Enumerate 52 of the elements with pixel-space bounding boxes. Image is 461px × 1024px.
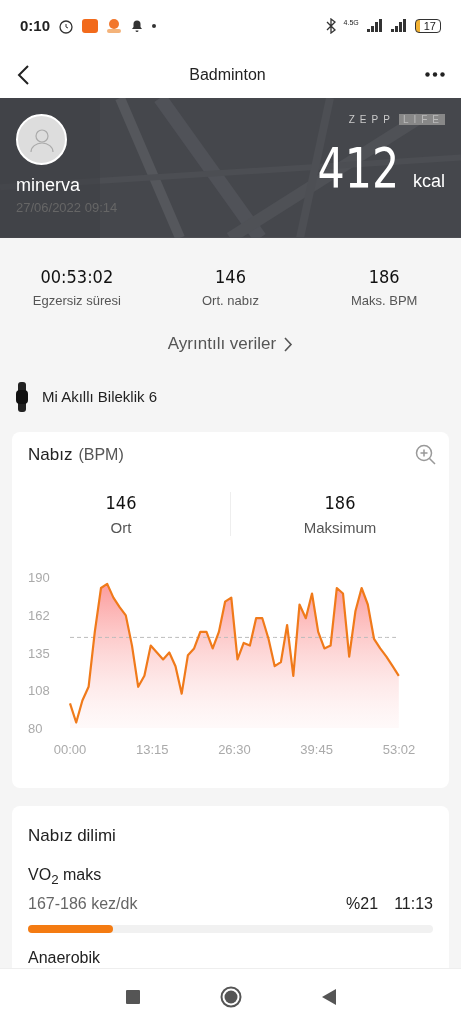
x-tick-label: 13:15 bbox=[135, 741, 169, 757]
stat-label: Maks. BPM bbox=[350, 293, 418, 309]
summary-value: 146 bbox=[105, 491, 137, 513]
dot-icon bbox=[152, 23, 157, 28]
battery-indicator: 17 bbox=[414, 18, 441, 33]
stat-value: 186 bbox=[368, 266, 400, 288]
app-icon bbox=[106, 17, 123, 34]
y-tick-label: 190 bbox=[28, 569, 50, 585]
y-tick-label: 80 bbox=[28, 720, 43, 736]
recents-icon[interactable] bbox=[125, 989, 140, 1004]
signal-icon bbox=[366, 19, 383, 33]
home-icon[interactable] bbox=[219, 985, 242, 1008]
chevron-icon bbox=[284, 336, 294, 352]
device-name: Mi Akıllı Bileklik 6 bbox=[42, 388, 158, 406]
zone-time: 11:13 bbox=[394, 895, 433, 914]
page-title: Badminton bbox=[189, 65, 266, 84]
summary-label: Ort bbox=[110, 518, 132, 536]
back-icon[interactable] bbox=[16, 63, 30, 86]
bluetooth-icon bbox=[325, 17, 336, 34]
zone-name: Anaerobik bbox=[27, 948, 102, 968]
clock: 0:10 bbox=[20, 17, 51, 35]
bell-icon bbox=[130, 18, 145, 34]
calories-unit: kcal bbox=[413, 171, 445, 193]
calories-value: 412 bbox=[317, 135, 399, 201]
summary-label: Maksimum bbox=[303, 518, 377, 536]
y-tick-label: 162 bbox=[28, 608, 50, 624]
more-icon[interactable] bbox=[425, 72, 445, 78]
details-link[interactable]: Ayrıntılı veriler bbox=[167, 334, 294, 355]
zone-percent: %21 bbox=[346, 895, 379, 914]
stat-value: 146 bbox=[215, 266, 246, 288]
y-tick-label: 108 bbox=[28, 682, 50, 698]
app-icon bbox=[82, 18, 99, 33]
zoom-in-icon[interactable] bbox=[415, 443, 437, 466]
stat-value: 00:53:02 bbox=[40, 266, 114, 288]
fitness-band-icon bbox=[16, 382, 28, 412]
zone-name: VO$_{2}$ maks bbox=[27, 864, 103, 888]
zone-range: 167-186 kez/dk bbox=[28, 895, 139, 914]
unit-label: (BPM) bbox=[78, 445, 124, 463]
back-icon[interactable] bbox=[321, 988, 336, 1005]
user-name: minerva bbox=[16, 175, 82, 197]
x-tick-label: 00:00 bbox=[53, 741, 87, 757]
card-title: Nabız dilimi bbox=[27, 824, 117, 846]
stat-label: Ort. nabız bbox=[201, 293, 260, 309]
card-title: Nabız bbox=[28, 444, 73, 464]
alarm-icon bbox=[58, 17, 75, 34]
x-tick-label: 53:02 bbox=[382, 741, 416, 757]
signal-icon bbox=[390, 19, 407, 33]
x-tick-label: 26:30 bbox=[218, 741, 251, 757]
y-tick-label: 135 bbox=[28, 645, 50, 661]
x-tick-label: 39:45 bbox=[300, 741, 333, 757]
stat-label: Egzersiz süresi bbox=[32, 293, 121, 309]
summary-value: 186 bbox=[324, 491, 356, 513]
